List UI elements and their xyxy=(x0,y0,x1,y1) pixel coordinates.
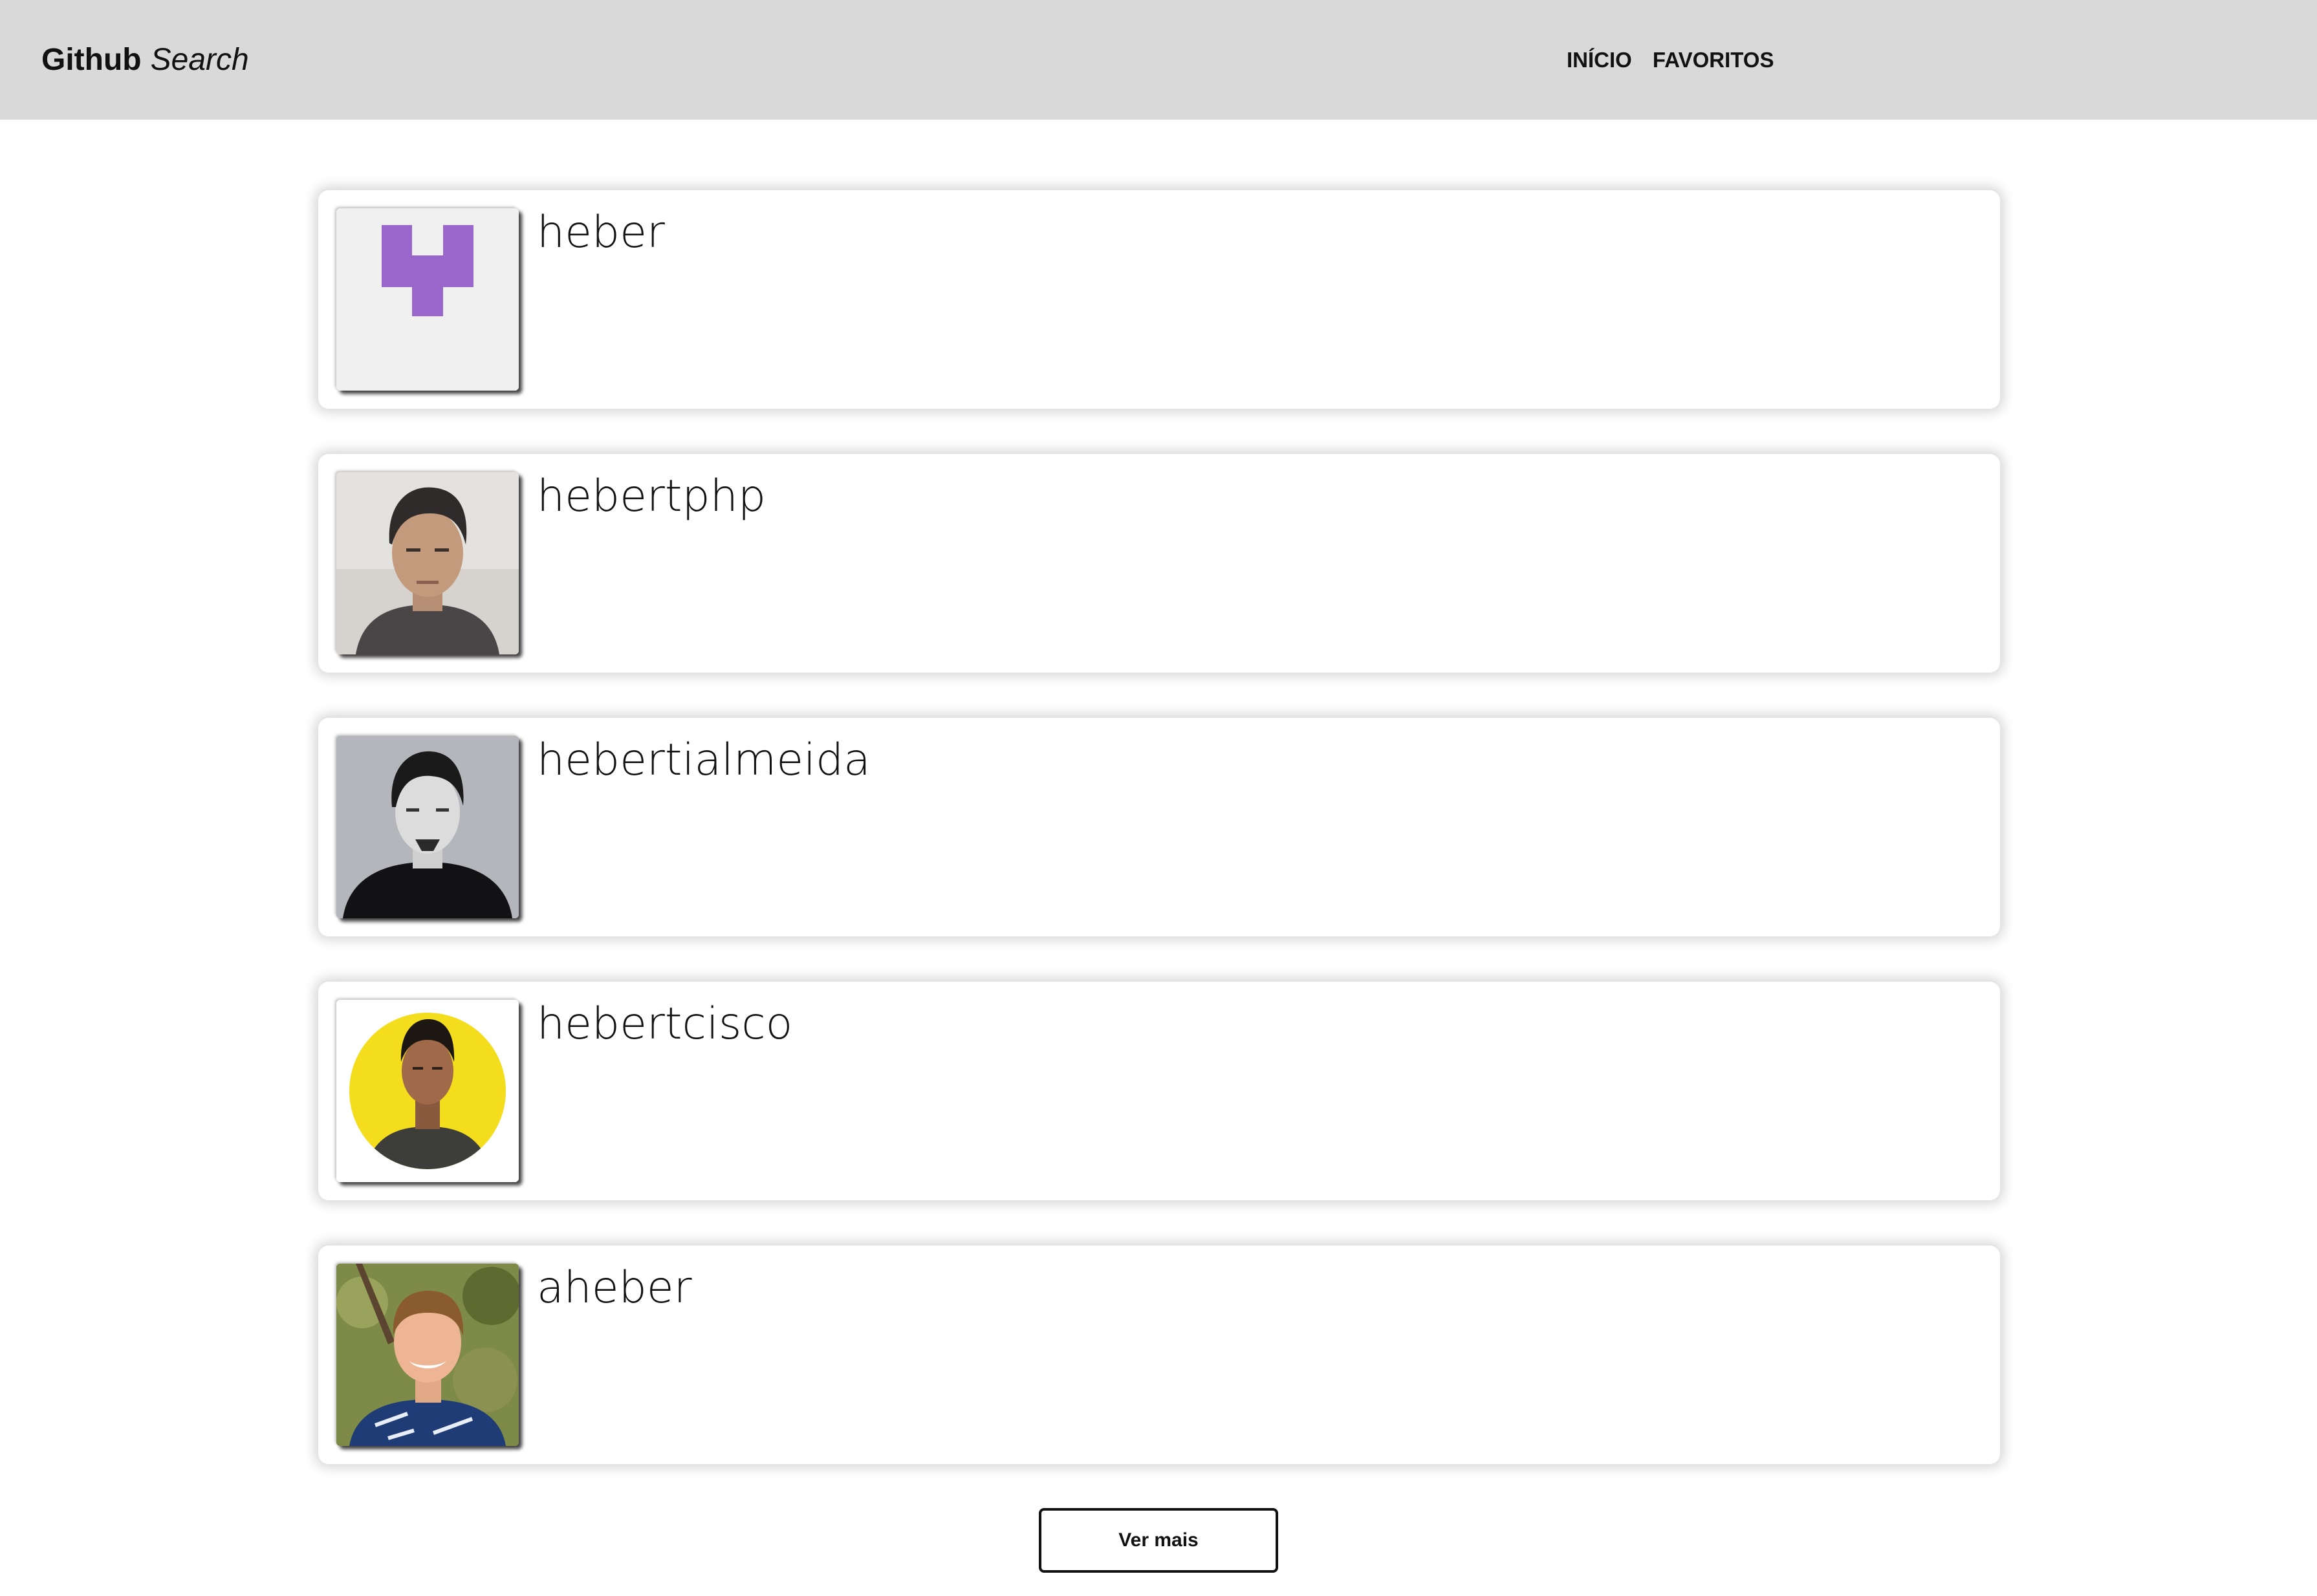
user-card[interactable]: heber xyxy=(318,190,2000,409)
user-results-list: heber hebertphp hebertialmeida hebertcis… xyxy=(318,190,2000,1509)
load-more-button[interactable]: Ver mais xyxy=(1039,1508,1278,1573)
user-card[interactable]: aheber xyxy=(318,1246,2000,1464)
user-login: aheber xyxy=(537,1262,692,1313)
app-header: Github Search INÍCIO FAVORITOS xyxy=(0,0,2317,120)
user-avatar xyxy=(336,208,519,391)
user-card[interactable]: hebertialmeida xyxy=(318,718,2000,936)
load-more-container: Ver mais xyxy=(0,1508,2317,1573)
nav-link-inicio[interactable]: INÍCIO xyxy=(1567,48,1632,72)
user-card[interactable]: hebertphp xyxy=(318,454,2000,673)
brand-name-bold: Github xyxy=(41,43,142,77)
user-avatar xyxy=(336,1000,519,1182)
brand-name-italic: Search xyxy=(150,43,249,77)
user-login: hebertcisco xyxy=(537,998,793,1050)
user-photo-icon xyxy=(336,736,519,918)
user-photo-icon xyxy=(336,472,519,654)
user-photo-icon xyxy=(336,1000,519,1182)
identicon-avatar-icon xyxy=(336,208,519,391)
user-avatar xyxy=(336,1264,519,1446)
user-avatar xyxy=(336,736,519,918)
user-avatar xyxy=(336,472,519,654)
user-login: hebertialmeida xyxy=(537,735,871,786)
user-login: heber xyxy=(537,207,665,258)
user-card[interactable]: hebertcisco xyxy=(318,982,2000,1200)
nav-link-favoritos[interactable]: FAVORITOS xyxy=(1653,48,1774,72)
user-photo-icon xyxy=(336,1264,519,1446)
user-login: hebertphp xyxy=(537,471,766,522)
main-nav: INÍCIO FAVORITOS xyxy=(1567,0,1774,120)
brand-logo[interactable]: Github Search xyxy=(41,0,249,120)
